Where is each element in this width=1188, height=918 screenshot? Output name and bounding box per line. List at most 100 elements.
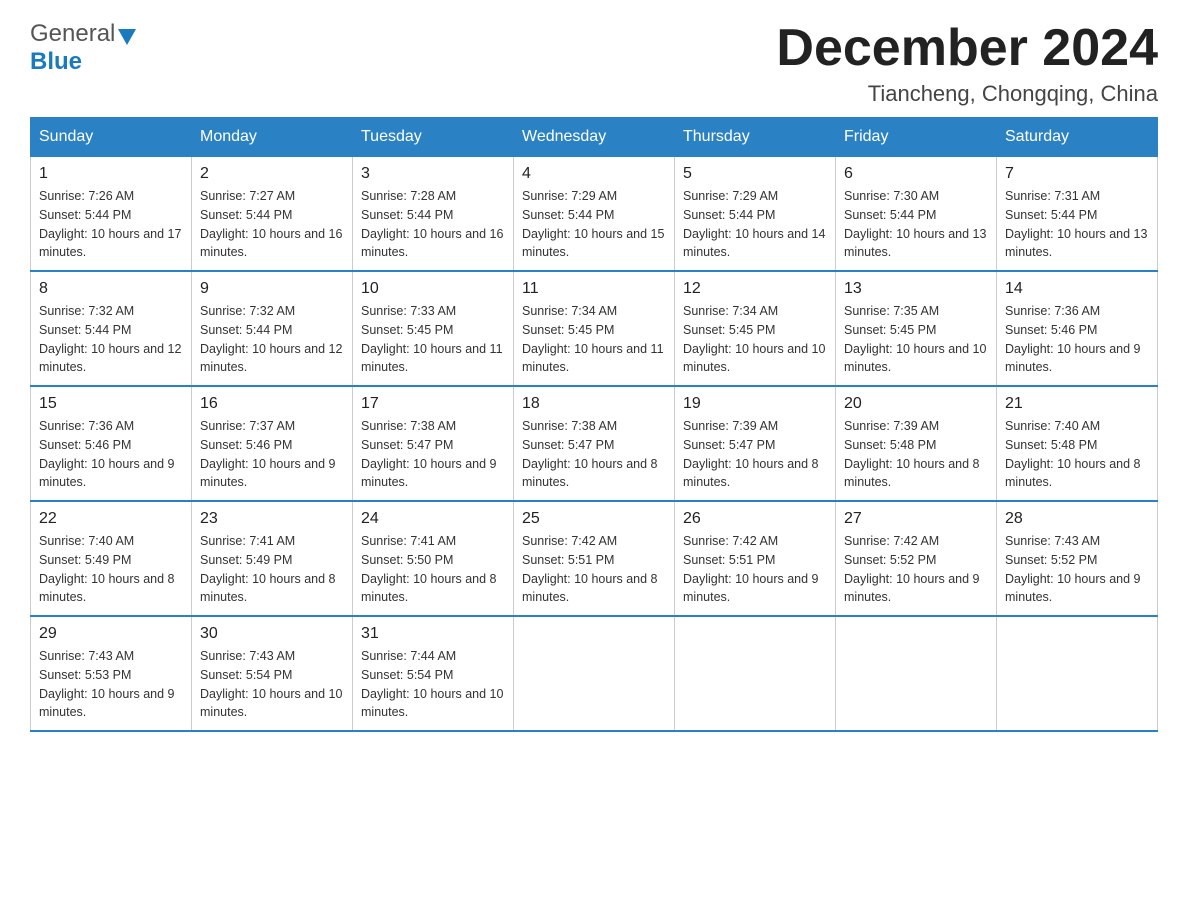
- calendar-cell: [675, 616, 836, 731]
- day-info: Sunrise: 7:42 AMSunset: 5:51 PMDaylight:…: [683, 532, 827, 607]
- location-title: Tiancheng, Chongqing, China: [776, 81, 1158, 107]
- calendar-cell: 2 Sunrise: 7:27 AMSunset: 5:44 PMDayligh…: [192, 157, 353, 272]
- title-section: December 2024 Tiancheng, Chongqing, Chin…: [776, 20, 1158, 107]
- day-info: Sunrise: 7:42 AMSunset: 5:51 PMDaylight:…: [522, 532, 666, 607]
- column-header-wednesday: Wednesday: [514, 118, 675, 157]
- calendar-cell: [836, 616, 997, 731]
- day-number: 5: [683, 165, 827, 183]
- day-info: Sunrise: 7:34 AMSunset: 5:45 PMDaylight:…: [683, 302, 827, 377]
- day-number: 27: [844, 510, 988, 528]
- day-number: 8: [39, 280, 183, 298]
- calendar-cell: 8 Sunrise: 7:32 AMSunset: 5:44 PMDayligh…: [31, 271, 192, 386]
- calendar-table: SundayMondayTuesdayWednesdayThursdayFrid…: [30, 117, 1158, 732]
- column-header-thursday: Thursday: [675, 118, 836, 157]
- day-number: 1: [39, 165, 183, 183]
- day-number: 23: [200, 510, 344, 528]
- day-number: 20: [844, 395, 988, 413]
- day-info: Sunrise: 7:43 AMSunset: 5:53 PMDaylight:…: [39, 647, 183, 722]
- day-number: 19: [683, 395, 827, 413]
- calendar-cell: 10 Sunrise: 7:33 AMSunset: 5:45 PMDaylig…: [353, 271, 514, 386]
- day-number: 13: [844, 280, 988, 298]
- day-info: Sunrise: 7:38 AMSunset: 5:47 PMDaylight:…: [522, 417, 666, 492]
- day-number: 28: [1005, 510, 1149, 528]
- month-title: December 2024: [776, 20, 1158, 77]
- calendar-cell: 22 Sunrise: 7:40 AMSunset: 5:49 PMDaylig…: [31, 501, 192, 616]
- day-number: 29: [39, 625, 183, 643]
- calendar-cell: [514, 616, 675, 731]
- day-number: 12: [683, 280, 827, 298]
- day-info: Sunrise: 7:35 AMSunset: 5:45 PMDaylight:…: [844, 302, 988, 377]
- day-number: 11: [522, 280, 666, 298]
- column-header-friday: Friday: [836, 118, 997, 157]
- logo-triangle-icon: [118, 29, 136, 45]
- calendar-cell: 28 Sunrise: 7:43 AMSunset: 5:52 PMDaylig…: [997, 501, 1158, 616]
- day-number: 10: [361, 280, 505, 298]
- day-info: Sunrise: 7:27 AMSunset: 5:44 PMDaylight:…: [200, 187, 344, 262]
- day-info: Sunrise: 7:36 AMSunset: 5:46 PMDaylight:…: [39, 417, 183, 492]
- calendar-cell: 6 Sunrise: 7:30 AMSunset: 5:44 PMDayligh…: [836, 157, 997, 272]
- day-info: Sunrise: 7:37 AMSunset: 5:46 PMDaylight:…: [200, 417, 344, 492]
- calendar-cell: 18 Sunrise: 7:38 AMSunset: 5:47 PMDaylig…: [514, 386, 675, 501]
- calendar-cell: 13 Sunrise: 7:35 AMSunset: 5:45 PMDaylig…: [836, 271, 997, 386]
- calendar-cell: 26 Sunrise: 7:42 AMSunset: 5:51 PMDaylig…: [675, 501, 836, 616]
- calendar-cell: 25 Sunrise: 7:42 AMSunset: 5:51 PMDaylig…: [514, 501, 675, 616]
- calendar-cell: 14 Sunrise: 7:36 AMSunset: 5:46 PMDaylig…: [997, 271, 1158, 386]
- calendar-cell: 9 Sunrise: 7:32 AMSunset: 5:44 PMDayligh…: [192, 271, 353, 386]
- day-number: 31: [361, 625, 505, 643]
- day-info: Sunrise: 7:26 AMSunset: 5:44 PMDaylight:…: [39, 187, 183, 262]
- day-info: Sunrise: 7:36 AMSunset: 5:46 PMDaylight:…: [1005, 302, 1149, 377]
- calendar-week-row: 8 Sunrise: 7:32 AMSunset: 5:44 PMDayligh…: [31, 271, 1158, 386]
- column-header-saturday: Saturday: [997, 118, 1158, 157]
- calendar-cell: 29 Sunrise: 7:43 AMSunset: 5:53 PMDaylig…: [31, 616, 192, 731]
- day-number: 7: [1005, 165, 1149, 183]
- logo: General Blue: [30, 20, 136, 76]
- day-number: 25: [522, 510, 666, 528]
- day-info: Sunrise: 7:31 AMSunset: 5:44 PMDaylight:…: [1005, 187, 1149, 262]
- calendar-cell: 16 Sunrise: 7:37 AMSunset: 5:46 PMDaylig…: [192, 386, 353, 501]
- calendar-cell: 12 Sunrise: 7:34 AMSunset: 5:45 PMDaylig…: [675, 271, 836, 386]
- day-number: 21: [1005, 395, 1149, 413]
- column-header-monday: Monday: [192, 118, 353, 157]
- calendar-week-row: 22 Sunrise: 7:40 AMSunset: 5:49 PMDaylig…: [31, 501, 1158, 616]
- day-info: Sunrise: 7:41 AMSunset: 5:50 PMDaylight:…: [361, 532, 505, 607]
- day-info: Sunrise: 7:40 AMSunset: 5:49 PMDaylight:…: [39, 532, 183, 607]
- day-number: 2: [200, 165, 344, 183]
- calendar-cell: [997, 616, 1158, 731]
- day-number: 17: [361, 395, 505, 413]
- day-number: 15: [39, 395, 183, 413]
- day-info: Sunrise: 7:38 AMSunset: 5:47 PMDaylight:…: [361, 417, 505, 492]
- day-number: 3: [361, 165, 505, 183]
- day-info: Sunrise: 7:32 AMSunset: 5:44 PMDaylight:…: [39, 302, 183, 377]
- day-info: Sunrise: 7:40 AMSunset: 5:48 PMDaylight:…: [1005, 417, 1149, 492]
- day-number: 14: [1005, 280, 1149, 298]
- logo-blue-text: Blue: [30, 48, 82, 76]
- day-info: Sunrise: 7:43 AMSunset: 5:54 PMDaylight:…: [200, 647, 344, 722]
- calendar-cell: 21 Sunrise: 7:40 AMSunset: 5:48 PMDaylig…: [997, 386, 1158, 501]
- calendar-cell: 23 Sunrise: 7:41 AMSunset: 5:49 PMDaylig…: [192, 501, 353, 616]
- day-number: 18: [522, 395, 666, 413]
- calendar-week-row: 1 Sunrise: 7:26 AMSunset: 5:44 PMDayligh…: [31, 157, 1158, 272]
- calendar-cell: 17 Sunrise: 7:38 AMSunset: 5:47 PMDaylig…: [353, 386, 514, 501]
- calendar-week-row: 29 Sunrise: 7:43 AMSunset: 5:53 PMDaylig…: [31, 616, 1158, 731]
- calendar-cell: 3 Sunrise: 7:28 AMSunset: 5:44 PMDayligh…: [353, 157, 514, 272]
- day-info: Sunrise: 7:28 AMSunset: 5:44 PMDaylight:…: [361, 187, 505, 262]
- day-info: Sunrise: 7:44 AMSunset: 5:54 PMDaylight:…: [361, 647, 505, 722]
- day-info: Sunrise: 7:39 AMSunset: 5:47 PMDaylight:…: [683, 417, 827, 492]
- day-number: 6: [844, 165, 988, 183]
- day-info: Sunrise: 7:30 AMSunset: 5:44 PMDaylight:…: [844, 187, 988, 262]
- page-header: General Blue December 2024 Tiancheng, Ch…: [30, 20, 1158, 107]
- day-info: Sunrise: 7:33 AMSunset: 5:45 PMDaylight:…: [361, 302, 505, 377]
- calendar-cell: 7 Sunrise: 7:31 AMSunset: 5:44 PMDayligh…: [997, 157, 1158, 272]
- day-number: 16: [200, 395, 344, 413]
- day-info: Sunrise: 7:39 AMSunset: 5:48 PMDaylight:…: [844, 417, 988, 492]
- calendar-cell: 31 Sunrise: 7:44 AMSunset: 5:54 PMDaylig…: [353, 616, 514, 731]
- calendar-cell: 4 Sunrise: 7:29 AMSunset: 5:44 PMDayligh…: [514, 157, 675, 272]
- day-number: 4: [522, 165, 666, 183]
- calendar-header-row: SundayMondayTuesdayWednesdayThursdayFrid…: [31, 118, 1158, 157]
- day-number: 24: [361, 510, 505, 528]
- calendar-cell: 5 Sunrise: 7:29 AMSunset: 5:44 PMDayligh…: [675, 157, 836, 272]
- day-info: Sunrise: 7:32 AMSunset: 5:44 PMDaylight:…: [200, 302, 344, 377]
- calendar-cell: 30 Sunrise: 7:43 AMSunset: 5:54 PMDaylig…: [192, 616, 353, 731]
- column-header-tuesday: Tuesday: [353, 118, 514, 157]
- calendar-cell: 15 Sunrise: 7:36 AMSunset: 5:46 PMDaylig…: [31, 386, 192, 501]
